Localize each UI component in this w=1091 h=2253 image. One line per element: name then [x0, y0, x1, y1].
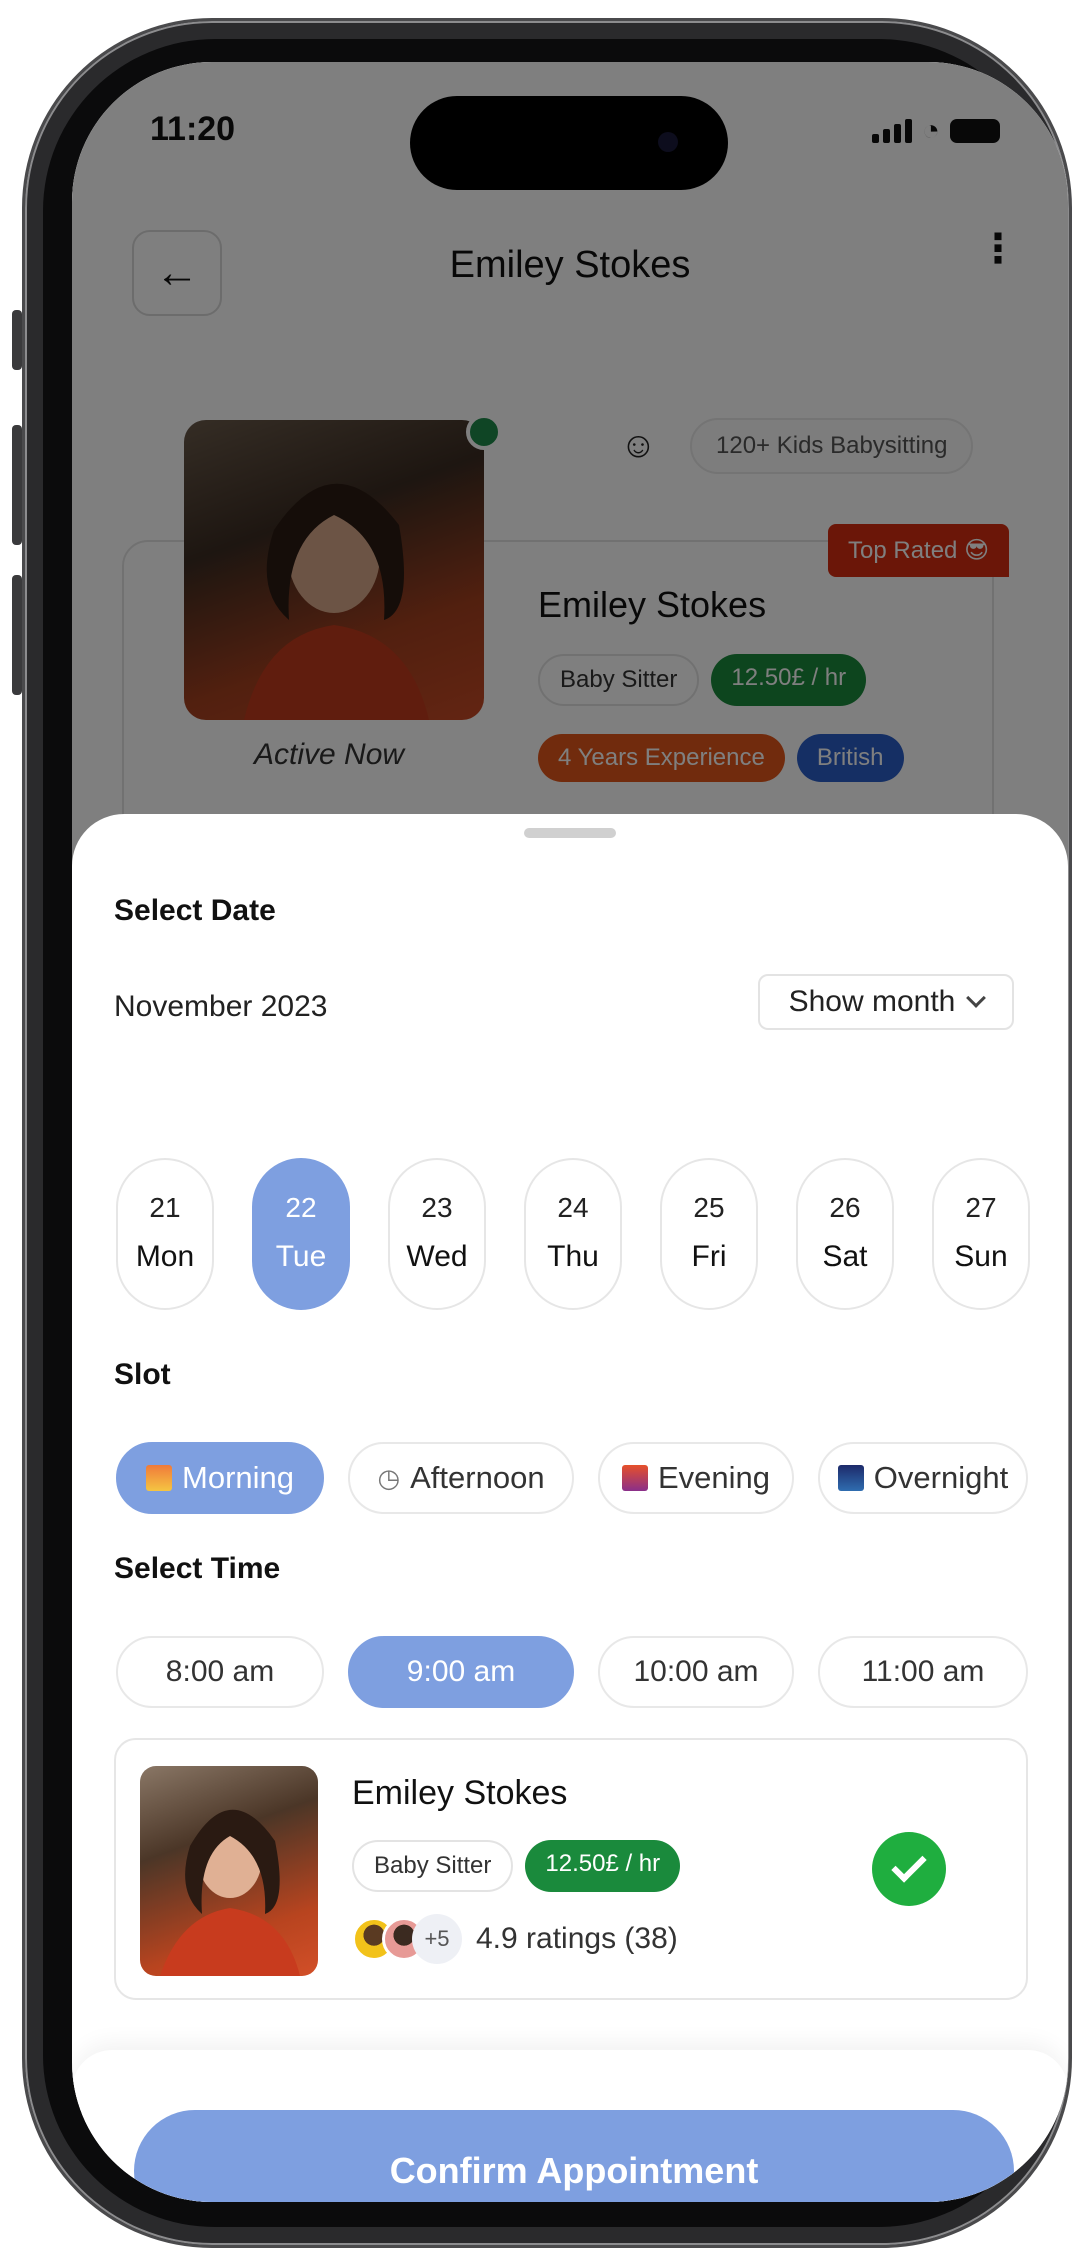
night-city-icon	[837, 1465, 864, 1491]
selected-check-icon	[872, 1832, 946, 1906]
show-month-label: Show month	[788, 985, 956, 1018]
rate-tag: 12.50£ / hr	[525, 1840, 681, 1892]
select-time-label: Select Time	[114, 1552, 281, 1585]
time-chip[interactable]: 9:00 am	[348, 1636, 574, 1708]
date-chip[interactable]: 25 Fri	[660, 1158, 758, 1310]
chevron-down-icon	[966, 988, 987, 1008]
date-chip[interactable]: 21 Mon	[116, 1158, 214, 1310]
device-mockup: 11:20 ◔ ← Emiley Stokes ⋮ ☺ 120+ Kids Ba…	[0, 0, 1091, 2253]
slot-label-text: Morning	[182, 1460, 294, 1495]
date-number: 23	[421, 1192, 453, 1223]
sitter-avatar	[140, 1766, 318, 1976]
phone-volume-up-button	[12, 425, 22, 545]
time-chip[interactable]: 11:00 am	[818, 1636, 1028, 1708]
date-weekday: Wed	[406, 1240, 468, 1273]
booking-sheet: Select Date November 2023 Show month 21 M…	[72, 814, 1068, 2202]
select-date-label: Select Date	[114, 894, 276, 927]
date-weekday: Tue	[275, 1240, 327, 1273]
date-number: 25	[693, 1192, 725, 1223]
slot-evening[interactable]: Evening	[598, 1442, 794, 1514]
sheet-grabber[interactable]	[524, 828, 616, 838]
more-reviewers-count: +5	[412, 1914, 462, 1964]
date-number: 26	[829, 1192, 861, 1223]
rating-text: 4.9 ratings (38)	[476, 1922, 678, 1955]
date-chip[interactable]: 24 Thu	[524, 1158, 622, 1310]
date-number: 27	[965, 1192, 997, 1223]
phone-action-button	[12, 310, 22, 370]
slot-label-text: Evening	[657, 1460, 771, 1495]
slot-afternoon[interactable]: ◷ Afternoon	[348, 1442, 574, 1514]
slot-overnight[interactable]: Overnight	[818, 1442, 1028, 1514]
date-number: 21	[149, 1192, 181, 1223]
date-chip[interactable]: 23 Wed	[388, 1158, 486, 1310]
slot-label-text: Overnight	[873, 1460, 1009, 1495]
rating-row: +5 4.9 ratings (38)	[352, 1914, 678, 1964]
date-weekday: Fri	[691, 1240, 727, 1273]
date-number: 22	[285, 1192, 317, 1223]
date-weekday: Mon	[135, 1240, 195, 1273]
avatar-portrait-icon	[160, 1809, 300, 1976]
date-chip[interactable]: 27 Sun	[932, 1158, 1030, 1310]
date-chip[interactable]: 22 Tue	[252, 1158, 350, 1310]
date-chip[interactable]: 26 Sat	[796, 1158, 894, 1310]
sitter-name: Emiley Stokes	[352, 1774, 568, 1812]
date-number: 24	[557, 1192, 589, 1223]
role-tag: Baby Sitter	[352, 1840, 514, 1892]
phone-volume-down-button	[12, 575, 22, 695]
sitter-tags: Baby Sitter 12.50£ / hr	[352, 1840, 681, 1892]
show-month-dropdown[interactable]: Show month	[758, 974, 1014, 1030]
date-weekday: Thu	[547, 1240, 599, 1273]
app-screen: 11:20 ◔ ← Emiley Stokes ⋮ ☺ 120+ Kids Ba…	[72, 62, 1068, 2202]
time-chip[interactable]: 8:00 am	[116, 1636, 324, 1708]
time-chip[interactable]: 10:00 am	[598, 1636, 794, 1708]
confirm-appointment-button[interactable]: Confirm Appointment	[134, 2110, 1014, 2202]
slot-label-text: Afternoon	[410, 1460, 545, 1495]
sunrise-icon	[146, 1465, 172, 1491]
slot-label: Slot	[114, 1358, 171, 1391]
sitter-card[interactable]: Emiley Stokes Baby Sitter 12.50£ / hr +5…	[114, 1738, 1028, 2000]
date-weekday: Sat	[822, 1240, 868, 1273]
clock-icon: ◷	[377, 1462, 401, 1493]
city-sunset-icon	[621, 1465, 648, 1491]
month-label: November 2023	[114, 990, 328, 1023]
slot-morning[interactable]: Morning	[116, 1442, 324, 1514]
date-weekday: Sun	[954, 1240, 1008, 1273]
